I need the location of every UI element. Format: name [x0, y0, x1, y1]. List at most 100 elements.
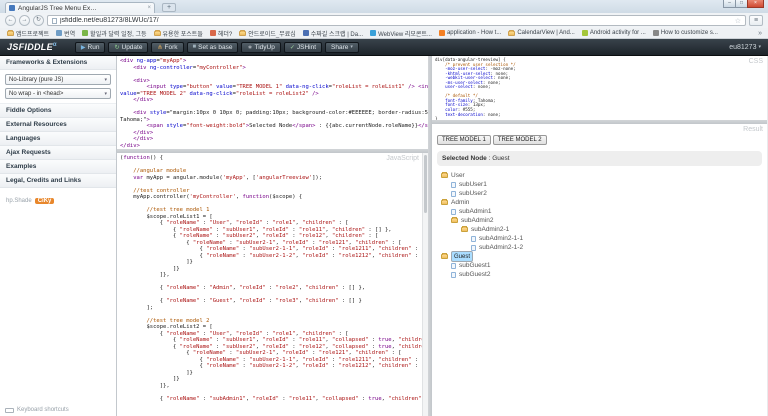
bookmarks-bar: 앱드프로젝트번역할일과 달력 일정, 그등유용한 포스트들헤더?안드로이드_무료… — [0, 28, 768, 39]
result-panel-label: Result — [743, 126, 763, 133]
jsfiddle-logo[interactable]: JSFIDDLEα — [7, 42, 57, 52]
bookmark-folder-icon — [154, 31, 161, 36]
browser-tab[interactable]: AngularJS Tree Menu Ex… × — [5, 2, 155, 13]
framework-selects: No-Library (pure JS) ▾ No wrap - in <hea… — [0, 70, 116, 104]
sidebar-section-frameworks[interactable]: Frameworks & Extensions — [0, 56, 116, 70]
css-code[interactable]: div[data-angular-treeview] { /* prevent … — [432, 56, 767, 120]
bookmarks-overflow-icon[interactable]: » — [756, 30, 764, 37]
bookmark-favicon — [303, 30, 309, 36]
bookmark-folder-icon — [508, 31, 515, 36]
update-button[interactable]: ↻Update — [108, 42, 148, 53]
tree-node[interactable]: subAdmin2-1-1 — [437, 234, 762, 243]
tree-node[interactable]: User — [437, 171, 762, 180]
bookmark-favicon — [370, 30, 376, 36]
address-bar[interactable]: jsfiddle.net/eu81273/8LWUc/17/ ☆ — [47, 15, 746, 26]
sidebar-section-header[interactable]: Fiddle Options — [0, 104, 116, 118]
bookmark-item[interactable]: 할일과 달력 일정, 그등 — [79, 29, 149, 38]
html-code[interactable]: <div ng-app="myApp"> <div ng-controller=… — [117, 56, 428, 149]
sidebar-section-header[interactable]: Ajax Requests — [0, 146, 116, 160]
bookmark-item[interactable]: 번역 — [53, 29, 78, 38]
bookmark-item[interactable]: CalendarView | And... — [505, 30, 577, 36]
tree-node[interactable]: subGuest2 — [437, 270, 762, 279]
folder-icon — [441, 173, 448, 178]
tree-node-label: subUser1 — [459, 181, 487, 188]
wrap-select[interactable]: No wrap - in <head> ▾ — [5, 88, 111, 99]
js-code[interactable]: (function() { //angular module var myApp… — [117, 153, 428, 404]
tab-close-icon[interactable]: × — [147, 5, 151, 11]
js-scrollbar-thumb[interactable] — [424, 155, 427, 213]
tree-node[interactable]: subUser2 — [437, 189, 762, 198]
bookmarks-items: 앱드프로젝트번역할일과 달력 일정, 그등유용한 포스트들헤더?안드로이드_무료… — [4, 29, 756, 38]
jshint-icon: ✓ — [290, 44, 295, 51]
code-line[interactable]: { "roleName" : "subAdmin1", "roleId" : "… — [120, 396, 425, 403]
bookmark-item[interactable]: How to customize s... — [650, 30, 721, 36]
reload-button[interactable]: ↻ — [33, 15, 44, 26]
code-line[interactable]: { "roleName" : "subUser2-1-2", "roleId" … — [120, 363, 425, 370]
url-text: jsfiddle.net/eu81273/8LWUc/17/ — [60, 17, 732, 24]
bookmark-item[interactable]: 헤더? — [207, 29, 235, 38]
new-tab-button[interactable]: + — [162, 3, 176, 12]
selected-node-box: Selected Node : Guest — [437, 151, 762, 166]
jshint-button[interactable]: ✓JSHint — [284, 42, 322, 53]
tree-node[interactable]: subGuest1 — [437, 261, 762, 270]
html-editor-panel: <div ng-app="myApp"> <div ng-controller=… — [117, 56, 428, 149]
tree-node-label: subGuest2 — [459, 271, 490, 278]
sidebar-section-header[interactable]: Languages — [0, 132, 116, 146]
tree-node-label: subAdmin2-1-1 — [479, 235, 523, 242]
sidebar-promo[interactable]: hp.Shade CiKy — [6, 198, 110, 204]
bookmark-item[interactable]: Android activity for ... — [579, 30, 649, 36]
bookmark-item[interactable]: 안드로이드_무료심 — [236, 29, 299, 38]
tree-node-label: Guest — [451, 251, 473, 262]
run-button[interactable]: ▶Run — [75, 42, 106, 53]
css-panel-label: CSS — [749, 58, 763, 65]
bookmark-item[interactable]: 유용한 포스트들 — [151, 29, 206, 38]
set-as-base-button[interactable]: ■Set as base — [187, 42, 239, 53]
code-line[interactable]: <div style="margin:10px 0 10px 0; paddin… — [120, 110, 425, 117]
tree-node-label: subAdmin2-1 — [471, 226, 509, 233]
bookmark-star-icon[interactable]: ☆ — [735, 17, 741, 25]
sidebar-sections: Fiddle OptionsExternal ResourcesLanguage… — [0, 104, 116, 188]
close-button[interactable]: × — [747, 0, 764, 8]
bookmark-favicon — [56, 30, 62, 36]
run-icon: ▶ — [81, 44, 86, 51]
bookmark-item[interactable]: application - How t... — [436, 30, 504, 36]
back-button[interactable]: ← — [5, 15, 16, 26]
bookmark-item[interactable]: WebView 리모콘트... — [367, 29, 435, 38]
browser-toolbar: ← → ↻ jsfiddle.net/eu81273/8LWUc/17/ ☆ ≡ — [0, 13, 768, 28]
tree-node[interactable]: subAdmin1 — [437, 207, 762, 216]
bookmark-favicon — [582, 30, 588, 36]
sidebar-section-header[interactable]: Examples — [0, 160, 116, 174]
css-editor-panel: div[data-angular-treeview] { /* prevent … — [432, 56, 767, 120]
result-buttons: TREE MODEL 1TREE MODEL 2 — [437, 128, 762, 146]
share-button[interactable]: Share▾ — [325, 42, 359, 53]
bookmark-item[interactable]: 수짜길 스크랩 | Da... — [300, 29, 366, 38]
tree-model-button[interactable]: TREE MODEL 2 — [493, 135, 547, 145]
tree-node[interactable]: subUser1 — [437, 180, 762, 189]
result-tree: UsersubUser1subUser2AdminsubAdmin1subAdm… — [437, 171, 762, 279]
code-line[interactable]: <span style="font-weight:bold">Selected … — [120, 123, 425, 130]
bookmark-item[interactable]: 앱드프로젝트 — [4, 29, 52, 38]
tree-node[interactable]: Guest — [437, 252, 762, 261]
tree-node[interactable]: Admin — [437, 198, 762, 207]
keyboard-icon — [5, 408, 14, 413]
sidebar-section-header[interactable]: External Resources — [0, 118, 116, 132]
browser-menu-button[interactable]: ≡ — [749, 15, 763, 26]
fork-button[interactable]: ⋔Fork — [151, 42, 183, 53]
selected-node-value: : Guest — [487, 155, 510, 162]
bookmark-label: 수짜길 스크랩 | Da... — [311, 29, 363, 38]
file-icon — [451, 263, 456, 269]
user-menu[interactable]: eu81273 ▾ — [729, 44, 761, 51]
bookmark-folder-icon — [239, 31, 246, 36]
tree-node[interactable]: subAdmin2-1 — [437, 225, 762, 234]
tree-node-label: User — [451, 172, 465, 179]
tree-model-button[interactable]: TREE MODEL 1 — [437, 135, 491, 145]
jsfiddle-favicon — [9, 5, 15, 11]
keyboard-shortcuts-link[interactable]: Keyboard shortcuts — [5, 407, 69, 413]
tree-node[interactable]: subAdmin2-1-2 — [437, 243, 762, 252]
forward-button[interactable]: → — [19, 15, 30, 26]
framework-select[interactable]: No-Library (pure JS) ▾ — [5, 74, 111, 85]
sidebar-section-header[interactable]: Legal, Credits and Links — [0, 174, 116, 188]
fork-icon: ⋔ — [157, 44, 162, 51]
tree-node[interactable]: subAdmin2 — [437, 216, 762, 225]
tidyup-button[interactable]: ∗TidyUp — [241, 42, 280, 53]
